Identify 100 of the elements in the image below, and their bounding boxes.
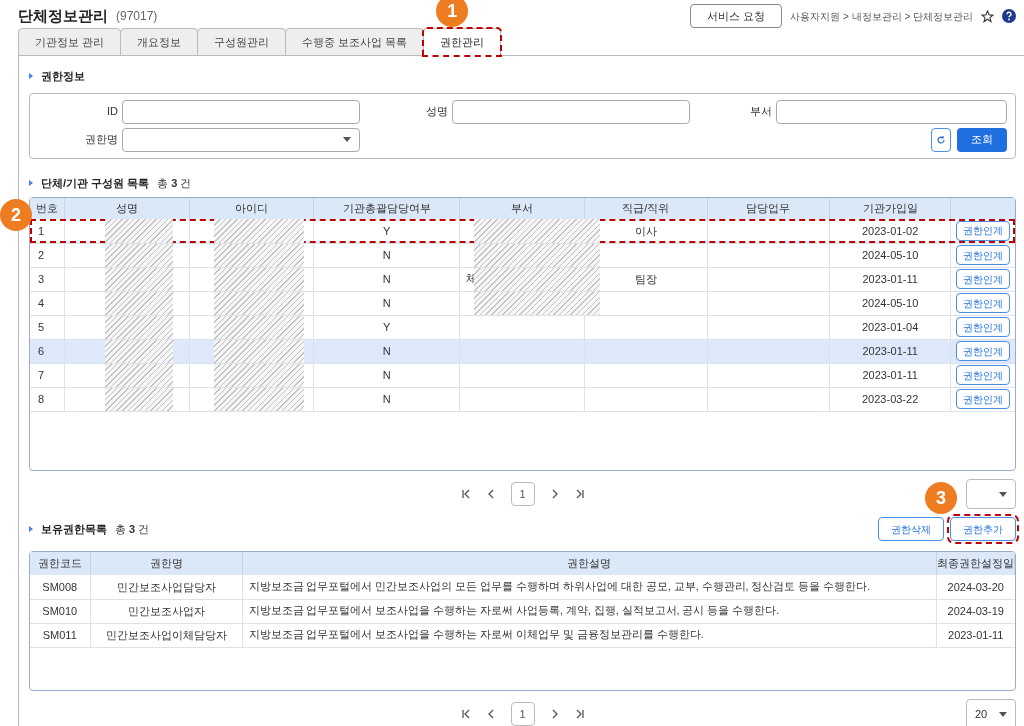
star-icon[interactable]	[981, 9, 994, 23]
table-cell: 민간보조사업자	[90, 599, 242, 623]
transfer-permission-button[interactable]: 권한인계	[956, 365, 1010, 385]
previous-page-icon[interactable]	[486, 489, 495, 499]
page-number[interactable]: 1	[510, 482, 535, 506]
next-page-icon[interactable]	[550, 709, 559, 719]
last-page-icon[interactable]	[574, 489, 585, 499]
callout-number: 3	[925, 482, 957, 514]
table-cell: N	[313, 387, 460, 411]
table-row[interactable]: 3 N 체 팀장 2023-01-11 권한인계	[30, 267, 1015, 291]
service-request-button[interactable]: 서비스 요청	[690, 4, 783, 28]
id-label: ID	[106, 104, 119, 120]
table-row[interactable]: 6 N 2023-01-11 권한인계	[30, 339, 1015, 363]
table-cell: SM008	[30, 575, 90, 599]
section-title: 권한정보	[41, 69, 85, 84]
table-cell: 지방보조금 업무포털에서 민간보조사업의 모든 업무를 수행하며 하위사업에 대한 공모, 교부, 수행관리, 정산검토 등을 수행한다.	[242, 575, 937, 599]
table-cell: 2024-03-20	[936, 575, 1015, 599]
department-field[interactable]	[776, 99, 1007, 124]
reset-button[interactable]	[931, 127, 951, 152]
table-cell: SM010	[30, 599, 90, 623]
breadcrumb: 사용자지원 > 내정보관리 > 단체정보관리	[790, 9, 973, 24]
transfer-permission-button[interactable]: 권한인계	[956, 293, 1010, 313]
section-bullet-icon	[29, 73, 33, 80]
transfer-permission-button[interactable]: 권한인계	[956, 317, 1010, 337]
table-cell: 8	[30, 387, 65, 411]
refresh-icon	[936, 134, 946, 145]
role-name-label: 권한명	[84, 132, 119, 148]
previous-page-icon[interactable]	[486, 709, 495, 719]
name-field[interactable]	[452, 99, 690, 124]
search-button[interactable]: 조회	[957, 127, 1007, 152]
page-title: 단체정보관리	[18, 5, 108, 26]
table-cell: 2023-01-04	[829, 315, 951, 339]
id-field[interactable]	[122, 99, 360, 124]
total-count: 총 3 건	[115, 521, 150, 537]
table-cell: 5	[30, 315, 65, 339]
transfer-permission-button[interactable]: 권한인계	[956, 220, 1010, 241]
dropdown-arrow-icon	[343, 137, 351, 142]
table-cell: 민간보조사업담당자	[90, 575, 242, 599]
column-header: 권한설명	[242, 552, 937, 575]
section-bullet-icon	[29, 179, 33, 186]
table-row[interactable]: 5 Y 2023-01-04 권한인계	[30, 315, 1015, 339]
table-cell: 지방보조금 업무포털에서 보조사업을 수행하는 자로써 사업등록, 계약, 집행, 실적보고서, 공시 등을 수행한다.	[242, 599, 937, 623]
column-header: 권한명	[90, 552, 242, 575]
tab[interactable]: 기관정보 관리	[18, 28, 122, 56]
delete-permission-button[interactable]: 권한삭제	[878, 517, 944, 541]
table-row[interactable]: 7 N 2023-01-11 권한인계	[30, 363, 1015, 387]
transfer-permission-button[interactable]: 권한인계	[956, 245, 1010, 265]
table-cell: 7	[30, 363, 65, 387]
name-label: 성명	[425, 104, 449, 120]
help-icon[interactable]	[1002, 9, 1016, 23]
department-label: 부서	[749, 104, 773, 120]
transfer-permission-button[interactable]: 권한인계	[956, 269, 1010, 289]
table-cell: 2023-01-11	[829, 267, 951, 291]
section-title: 보유권한목록	[41, 521, 107, 537]
dropdown-arrow-icon	[999, 491, 1007, 497]
table-row[interactable]: 8 N 2023-03-22 권한인계	[30, 387, 1015, 411]
table-cell: Y	[313, 315, 460, 339]
tab[interactable]: 개요정보	[120, 28, 199, 56]
table-cell: 2	[30, 243, 65, 267]
first-page-icon[interactable]	[460, 489, 471, 499]
tab[interactable]: 구성원관리	[197, 28, 287, 56]
transfer-permission-button[interactable]: 권한인계	[956, 389, 1010, 409]
table-cell: 2023-01-02	[829, 219, 951, 243]
last-page-icon[interactable]	[574, 709, 585, 719]
table-row[interactable]: 2 N 2024-05-10 권한인계	[30, 243, 1015, 267]
table-cell: 2024-05-10	[829, 243, 951, 267]
page-size-select[interactable]: 20	[966, 699, 1016, 726]
table-cell: 2024-05-10	[829, 291, 951, 315]
first-page-icon[interactable]	[460, 709, 471, 719]
table-cell: 2023-03-22	[829, 387, 951, 411]
table-row[interactable]: 4 N 2024-05-10 권한인계	[30, 291, 1015, 315]
table-cell: 4	[30, 291, 65, 315]
section-bullet-icon	[29, 526, 33, 532]
table-cell: N	[313, 339, 460, 363]
dropdown-arrow-icon	[999, 711, 1007, 717]
table-cell: Y	[313, 219, 460, 243]
transfer-permission-button[interactable]: 권한인계	[956, 341, 1010, 361]
table-cell: N	[313, 267, 460, 291]
table-cell: N	[313, 243, 460, 267]
callout-number: 2	[0, 199, 32, 231]
table-cell: SM011	[30, 623, 90, 647]
section-title: 단체/기관 구성원 목록	[41, 175, 150, 191]
next-page-icon[interactable]	[550, 489, 559, 499]
page-number[interactable]: 1	[510, 702, 535, 726]
page-code: (97017)	[116, 8, 158, 25]
table-cell: N	[313, 291, 460, 315]
table-cell: 2023-01-11	[829, 363, 951, 387]
table-cell: 3	[30, 267, 65, 291]
column-header: 최종권한설정일	[936, 552, 1015, 575]
table-cell: 2023-01-11	[936, 623, 1015, 647]
table-cell: 6	[30, 339, 65, 363]
total-count: 총 3 건	[157, 175, 192, 191]
table-cell: 2024-03-19	[936, 599, 1015, 623]
column-header: 권한코드	[30, 552, 90, 575]
tab[interactable]: 수행중 보조사업 목록	[285, 28, 425, 56]
table-cell: 민간보조사업이체담당자	[90, 623, 242, 647]
table-cell: 2023-01-11	[829, 339, 951, 363]
table-cell: 지방보조금 업무포털에서 보조사업을 수행하는 자로써 이체업무 및 금융정보관리를 수행한다.	[242, 623, 937, 647]
callout-number: 1	[436, 0, 469, 27]
table-cell-text: 체	[466, 270, 478, 286]
